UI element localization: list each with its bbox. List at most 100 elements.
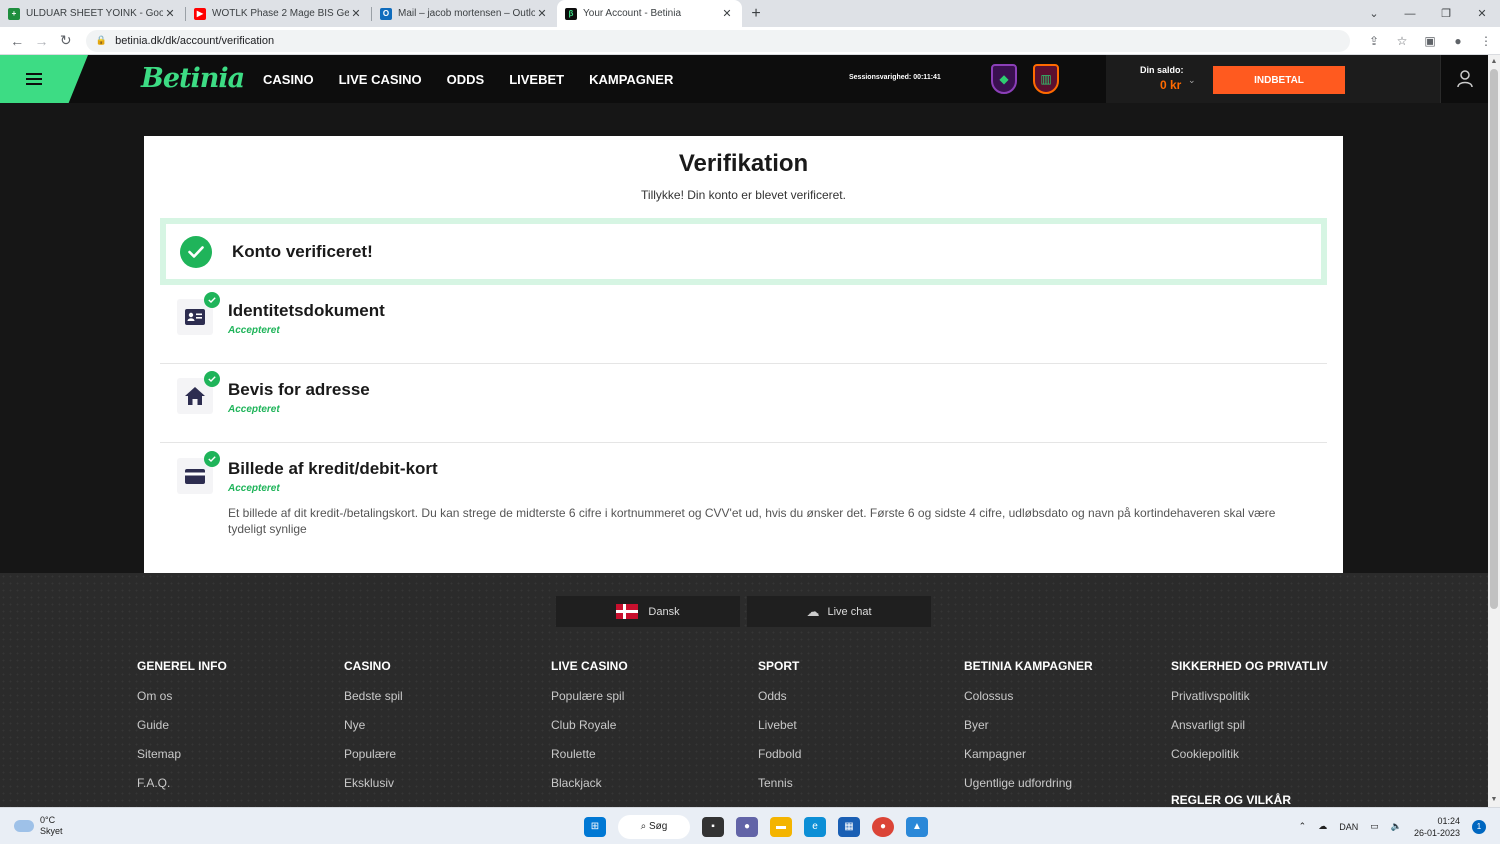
footer-heading: CASINO (344, 659, 391, 673)
footer-link[interactable]: Byer (964, 718, 1093, 747)
footer-link[interactable]: Populære spil (551, 689, 628, 718)
cloud-icon (14, 820, 34, 832)
footer-link[interactable]: Guide (137, 718, 227, 747)
clock[interactable]: 01:24 26-01-2023 (1414, 815, 1460, 839)
teams-chat-icon[interactable]: ● (736, 816, 758, 837)
check-badge-icon (204, 451, 220, 467)
onedrive-icon[interactable]: ☁ (1318, 821, 1327, 832)
network-icon[interactable]: ▭ (1370, 821, 1379, 832)
language-selector[interactable]: Dansk (556, 596, 740, 627)
level-badge-icon[interactable]: ◆ (991, 64, 1017, 94)
close-window-icon[interactable]: ✕ (1464, 0, 1500, 27)
footer-link[interactable]: Sitemap (137, 747, 227, 776)
restore-icon[interactable]: ❐ (1428, 0, 1464, 27)
volume-icon[interactable]: 🔈 (1391, 821, 1402, 832)
browser-tab-active[interactable]: β Your Account - Betinia ✕ (557, 0, 742, 27)
betinia-logo[interactable]: Betinia (141, 63, 245, 94)
windows-start-icon[interactable]: ⊞ (584, 816, 606, 837)
item-title: Bevis for adresse (228, 380, 370, 399)
main-nav: CASINO LIVE CASINO ODDS LIVEBET KAMPAGNE… (263, 55, 698, 103)
footer-link[interactable]: Kampagner (964, 747, 1093, 776)
browser-tab[interactable]: + ULDUAR SHEET YOINK - Google ✕ (0, 0, 185, 27)
footer-link[interactable]: Roulette (551, 747, 628, 776)
sheets-icon: + (8, 7, 20, 20)
item-title: Identitetsdokument (228, 301, 385, 320)
chrome-icon[interactable]: ● (872, 816, 894, 837)
nav-odds[interactable]: ODDS (447, 72, 485, 87)
footer-link[interactable]: Colossus (964, 689, 1093, 718)
close-icon[interactable]: ✕ (535, 7, 549, 20)
footer-link[interactable]: Odds (758, 689, 801, 718)
hamburger-icon (26, 73, 42, 75)
footer-link[interactable]: Livebet (758, 718, 801, 747)
notification-badge[interactable]: 1 (1472, 819, 1486, 834)
input-language[interactable]: DAN (1339, 822, 1358, 832)
nav-kampagner[interactable]: KAMPAGNER (589, 72, 673, 87)
page-scrollbar[interactable]: ▲ ▼ (1488, 55, 1500, 807)
chevron-down-icon[interactable]: ⌄ (1188, 75, 1196, 86)
footer-link[interactable]: Tennis (758, 776, 801, 805)
browser-tab[interactable]: ▶ WOTLK Phase 2 Mage BIS Gearin ✕ (186, 0, 371, 27)
profile-icon[interactable]: ● (1444, 34, 1472, 48)
url-bar[interactable]: 🔒 betinia.dk/dk/account/verification (85, 29, 1350, 52)
window-controls: ⌄ — ❐ ✕ (1356, 0, 1500, 27)
edge-icon[interactable]: e (804, 816, 826, 837)
scroll-down-icon[interactable]: ▼ (1488, 794, 1500, 806)
outlook-icon: O (380, 7, 392, 20)
scroll-up-icon[interactable]: ▲ (1488, 56, 1500, 68)
close-icon[interactable]: ✕ (163, 7, 177, 20)
bookmark-star-icon[interactable]: ☆ (1388, 34, 1416, 48)
nav-casino[interactable]: CASINO (263, 72, 314, 87)
weather-widget[interactable]: 0°C Skyet (14, 815, 63, 837)
lock-icon[interactable]: 🔒 (96, 35, 107, 46)
verified-text: Konto verificeret! (232, 241, 373, 261)
item-title: Billede af kredit/debit-kort (228, 459, 438, 478)
footer-link[interactable]: Privatlivspolitik (1171, 689, 1328, 718)
footer-link[interactable]: Populære (344, 747, 403, 776)
nav-livebet[interactable]: LIVEBET (509, 72, 564, 87)
footer-link[interactable]: Om os (137, 689, 227, 718)
forward-icon[interactable]: → (29, 33, 53, 49)
date: 26-01-2023 (1413, 827, 1460, 838)
close-icon[interactable]: ✕ (720, 7, 734, 20)
footer-link[interactable]: Eksklusiv (344, 776, 403, 805)
footer-link[interactable]: Ansvarligt spil (1171, 718, 1328, 747)
home-icon (177, 371, 220, 414)
share-icon[interactable]: ⇪ (1360, 34, 1388, 48)
new-tab-button[interactable]: + (742, 0, 770, 27)
menu-icon[interactable]: ⋮ (1472, 34, 1500, 48)
store-icon[interactable]: ▦ (838, 816, 860, 837)
close-icon[interactable]: ✕ (349, 7, 363, 20)
taskbar-search[interactable]: ⌕ Søg (618, 814, 690, 839)
hamburger-menu-button[interactable] (0, 55, 88, 103)
footer-link[interactable]: Blackjack (551, 776, 628, 805)
photos-icon[interactable]: ▲ (906, 816, 928, 837)
footer-column-casino: CASINO Bedste spil Nye Populære Eksklusi… (344, 659, 403, 805)
side-panel-icon[interactable]: ▣ (1416, 34, 1444, 48)
footer-heading-terms: REGLER OG VILKÅR (1171, 793, 1292, 807)
footer-link[interactable]: Fodbold (758, 747, 801, 776)
browser-tab[interactable]: O Mail – jacob mortensen – Outloo ✕ (372, 0, 557, 27)
deposit-button[interactable]: INDBETAL (1213, 66, 1345, 94)
user-account-button[interactable] (1440, 55, 1488, 103)
footer-heading: SIKKERHED OG PRIVATLIV (1171, 659, 1328, 673)
live-chat-button[interactable]: ☁ Live chat (747, 596, 931, 627)
back-icon[interactable]: ← (5, 33, 29, 49)
nav-live-casino[interactable]: LIVE CASINO (339, 72, 422, 87)
footer-link[interactable]: Cookiepolitik (1171, 747, 1328, 776)
time: 01:24 (1437, 815, 1460, 826)
session-duration: Sessionsvarighed: 00:11:41 (849, 74, 941, 81)
footer-link[interactable]: F.A.Q. (137, 776, 227, 805)
file-explorer-icon[interactable]: ▬ (770, 816, 792, 837)
reload-icon[interactable]: ↻ (54, 32, 78, 49)
footer-link[interactable]: Ugentlige udfordring (964, 776, 1093, 805)
footer-link[interactable]: Club Royale (551, 718, 628, 747)
footer-link[interactable]: Bedste spil (344, 689, 403, 718)
scrollbar-thumb[interactable] (1490, 69, 1498, 609)
tab-search-icon[interactable]: ⌄ (1356, 0, 1392, 27)
city-badge-icon[interactable]: ▥ (1033, 64, 1059, 94)
chevron-up-icon[interactable]: ⌃ (1299, 821, 1307, 832)
footer-link[interactable]: Nye (344, 718, 403, 747)
task-view-icon[interactable]: ▪ (702, 816, 724, 837)
minimize-icon[interactable]: — (1392, 0, 1428, 27)
